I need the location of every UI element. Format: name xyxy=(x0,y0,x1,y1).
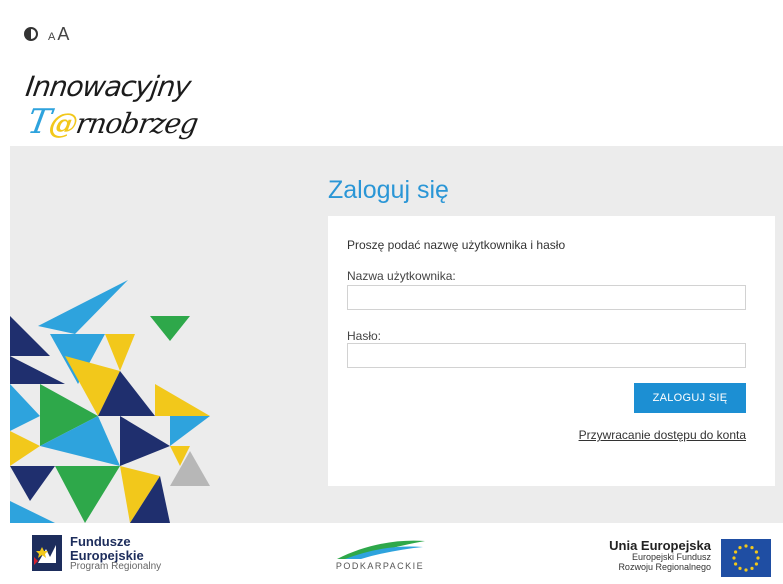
podkarpackie-swoosh-icon xyxy=(337,540,425,559)
innowacyjny-tarnobrzeg-logo[interactable]: Innowacyjny T@rnobrzeg xyxy=(24,64,200,146)
account-recovery-link[interactable]: Przywracanie dostępu do konta xyxy=(579,428,746,442)
logo-line-2-rest: rnobrzeg xyxy=(73,107,201,140)
fe-line-3: Program Regionalny xyxy=(70,561,162,573)
triangle-light-blue-top xyxy=(38,280,128,334)
fe-line-2: Europejskie xyxy=(70,547,144,563)
logo-line-1: Innowacyjny xyxy=(23,70,193,103)
triangle-navy-5 xyxy=(10,466,55,501)
login-form-panel: Proszę podać nazwę użytkownika i hasło N… xyxy=(328,216,775,486)
triangle-yellow-3 xyxy=(155,384,210,416)
login-instruction: Proszę podać nazwę użytkownika i hasło xyxy=(347,238,566,252)
unia-europejska-logo: Unia Europejska Europejski Fundusz Rozwo… xyxy=(609,538,771,577)
podkarpackie-logo: PODKARPACKIE xyxy=(325,537,435,582)
font-size-large-label: A xyxy=(57,23,70,44)
triangle-light-blue-5 xyxy=(170,416,210,446)
accessibility-toolbar: A A xyxy=(24,22,69,46)
triangle-navy-2 xyxy=(10,356,65,384)
fundusze-europejskie-logo: Fundusze Europejskie Program Regionalny xyxy=(32,535,161,573)
triangle-navy-1 xyxy=(10,316,50,356)
triangle-green-2 xyxy=(55,466,120,523)
triangle-yellow-1 xyxy=(105,334,135,371)
triangle-green-right xyxy=(150,316,190,341)
font-size-small-label: A xyxy=(48,30,56,43)
eu-flag-icon xyxy=(721,539,771,577)
username-label: Nazwa użytkownika: xyxy=(347,269,456,283)
triangle-navy-4 xyxy=(120,416,170,466)
podkarpackie-label: PODKARPACKIE xyxy=(335,561,425,571)
fe-line-1: Fundusze xyxy=(70,534,131,549)
triangle-light-blue-3 xyxy=(10,384,40,431)
password-label: Hasło: xyxy=(347,329,382,343)
triangle-light-blue-6 xyxy=(10,501,55,523)
login-band: Zaloguj się Proszę podać nazwę użytkowni… xyxy=(10,146,783,523)
login-title: Zaloguj się xyxy=(328,176,449,204)
font-size-toggle[interactable]: A A xyxy=(48,24,69,45)
eu-line-2: Rozwoju Regionalnego xyxy=(618,562,711,573)
eu-title: Unia Europejska xyxy=(609,538,711,553)
login-submit-button[interactable]: ZALOGUJ SIĘ xyxy=(634,383,746,413)
username-input[interactable] xyxy=(347,285,746,310)
contrast-toggle-icon[interactable] xyxy=(24,27,38,41)
funding-logos-footer: Fundusze Europejskie Program Regionalny … xyxy=(0,523,783,584)
password-input[interactable] xyxy=(347,343,746,368)
triangle-yellow-4 xyxy=(10,431,40,466)
logo-line-2: T@rnobrzeg xyxy=(24,102,201,142)
fundusze-europejskie-emblem-icon xyxy=(32,535,62,571)
